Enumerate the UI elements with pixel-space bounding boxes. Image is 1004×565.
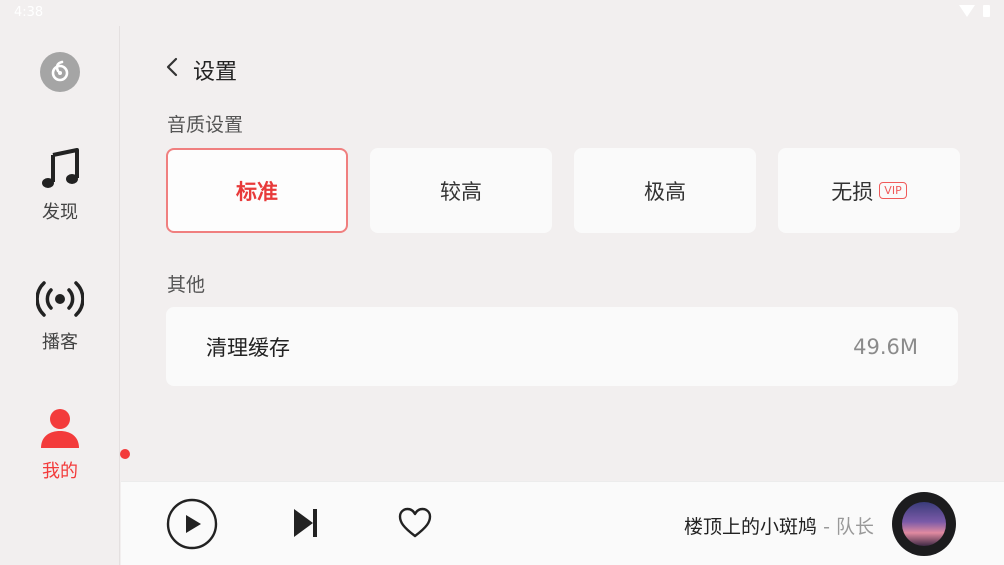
- sidebar: 发现 播客 我的: [0, 26, 120, 565]
- page-title: 设置: [193, 60, 238, 85]
- quality-option-high[interactable]: 较高: [370, 148, 552, 233]
- album-cover[interactable]: [892, 492, 956, 556]
- status-time: 4:38: [14, 5, 44, 20]
- sidebar-item-label: 发现: [42, 202, 78, 223]
- cache-size-value: 49.6M: [853, 334, 918, 359]
- quality-option-exhigh[interactable]: 极高: [574, 148, 756, 233]
- quality-option-standard[interactable]: 标准: [166, 148, 348, 233]
- sidebar-item-podcast[interactable]: 播客: [0, 274, 120, 354]
- play-button[interactable]: [165, 497, 219, 551]
- album-art: [902, 502, 946, 546]
- sidebar-item-mine[interactable]: 我的: [0, 403, 120, 483]
- quality-option-label: 极高: [644, 179, 686, 204]
- artist-name: 队长: [835, 516, 874, 538]
- sidebar-item-label: 播客: [42, 332, 78, 353]
- sidebar-item-label: 我的: [42, 461, 78, 482]
- play-icon: [166, 498, 218, 550]
- clear-cache-label: 清理缓存: [206, 335, 290, 360]
- clear-cache-row[interactable]: 清理缓存 49.6M: [166, 307, 958, 386]
- quality-option-label: 较高: [440, 179, 482, 204]
- skip-next-icon: [294, 509, 317, 537]
- like-button[interactable]: [397, 506, 433, 540]
- other-section-title: 其他: [167, 274, 206, 296]
- chevron-left-icon: [166, 57, 178, 77]
- battery-icon: [983, 5, 990, 17]
- quality-option-label: 标准: [236, 179, 278, 204]
- quality-option-lossless[interactable]: 无损 VIP: [778, 148, 960, 233]
- mini-player: 楼顶上的小斑鸠 - 队长: [121, 481, 1004, 565]
- music-note-icon: [0, 144, 120, 194]
- heart-icon: [398, 507, 432, 538]
- back-button[interactable]: [165, 56, 179, 84]
- app-root: 4:38 发现 播客 我的 设置 音质设置 标准 较高 极高 无损 VIP 其他…: [0, 0, 1004, 565]
- app-logo-icon[interactable]: [40, 52, 80, 92]
- broadcast-icon: [0, 274, 120, 324]
- sidebar-item-discover[interactable]: 发现: [0, 144, 120, 224]
- quality-section-title: 音质设置: [167, 114, 244, 136]
- quality-option-label: 无损: [831, 179, 874, 204]
- next-button[interactable]: [291, 506, 321, 540]
- status-bar: 4:38: [0, 0, 1004, 26]
- wifi-icon: [959, 5, 975, 17]
- page-header: 设置: [165, 54, 237, 86]
- quality-options: 标准 较高 极高 无损 VIP: [166, 148, 960, 233]
- vip-badge: VIP: [879, 182, 907, 199]
- settings-panel: 设置 音质设置 标准 较高 极高 无损 VIP 其他 清理缓存 49.6M: [121, 26, 1004, 481]
- status-icons: [959, 5, 990, 17]
- user-icon: [0, 403, 120, 453]
- artist-separator: -: [817, 516, 836, 538]
- now-playing-info[interactable]: 楼顶上的小斑鸠 - 队长: [684, 512, 874, 539]
- song-title: 楼顶上的小斑鸠: [684, 516, 818, 538]
